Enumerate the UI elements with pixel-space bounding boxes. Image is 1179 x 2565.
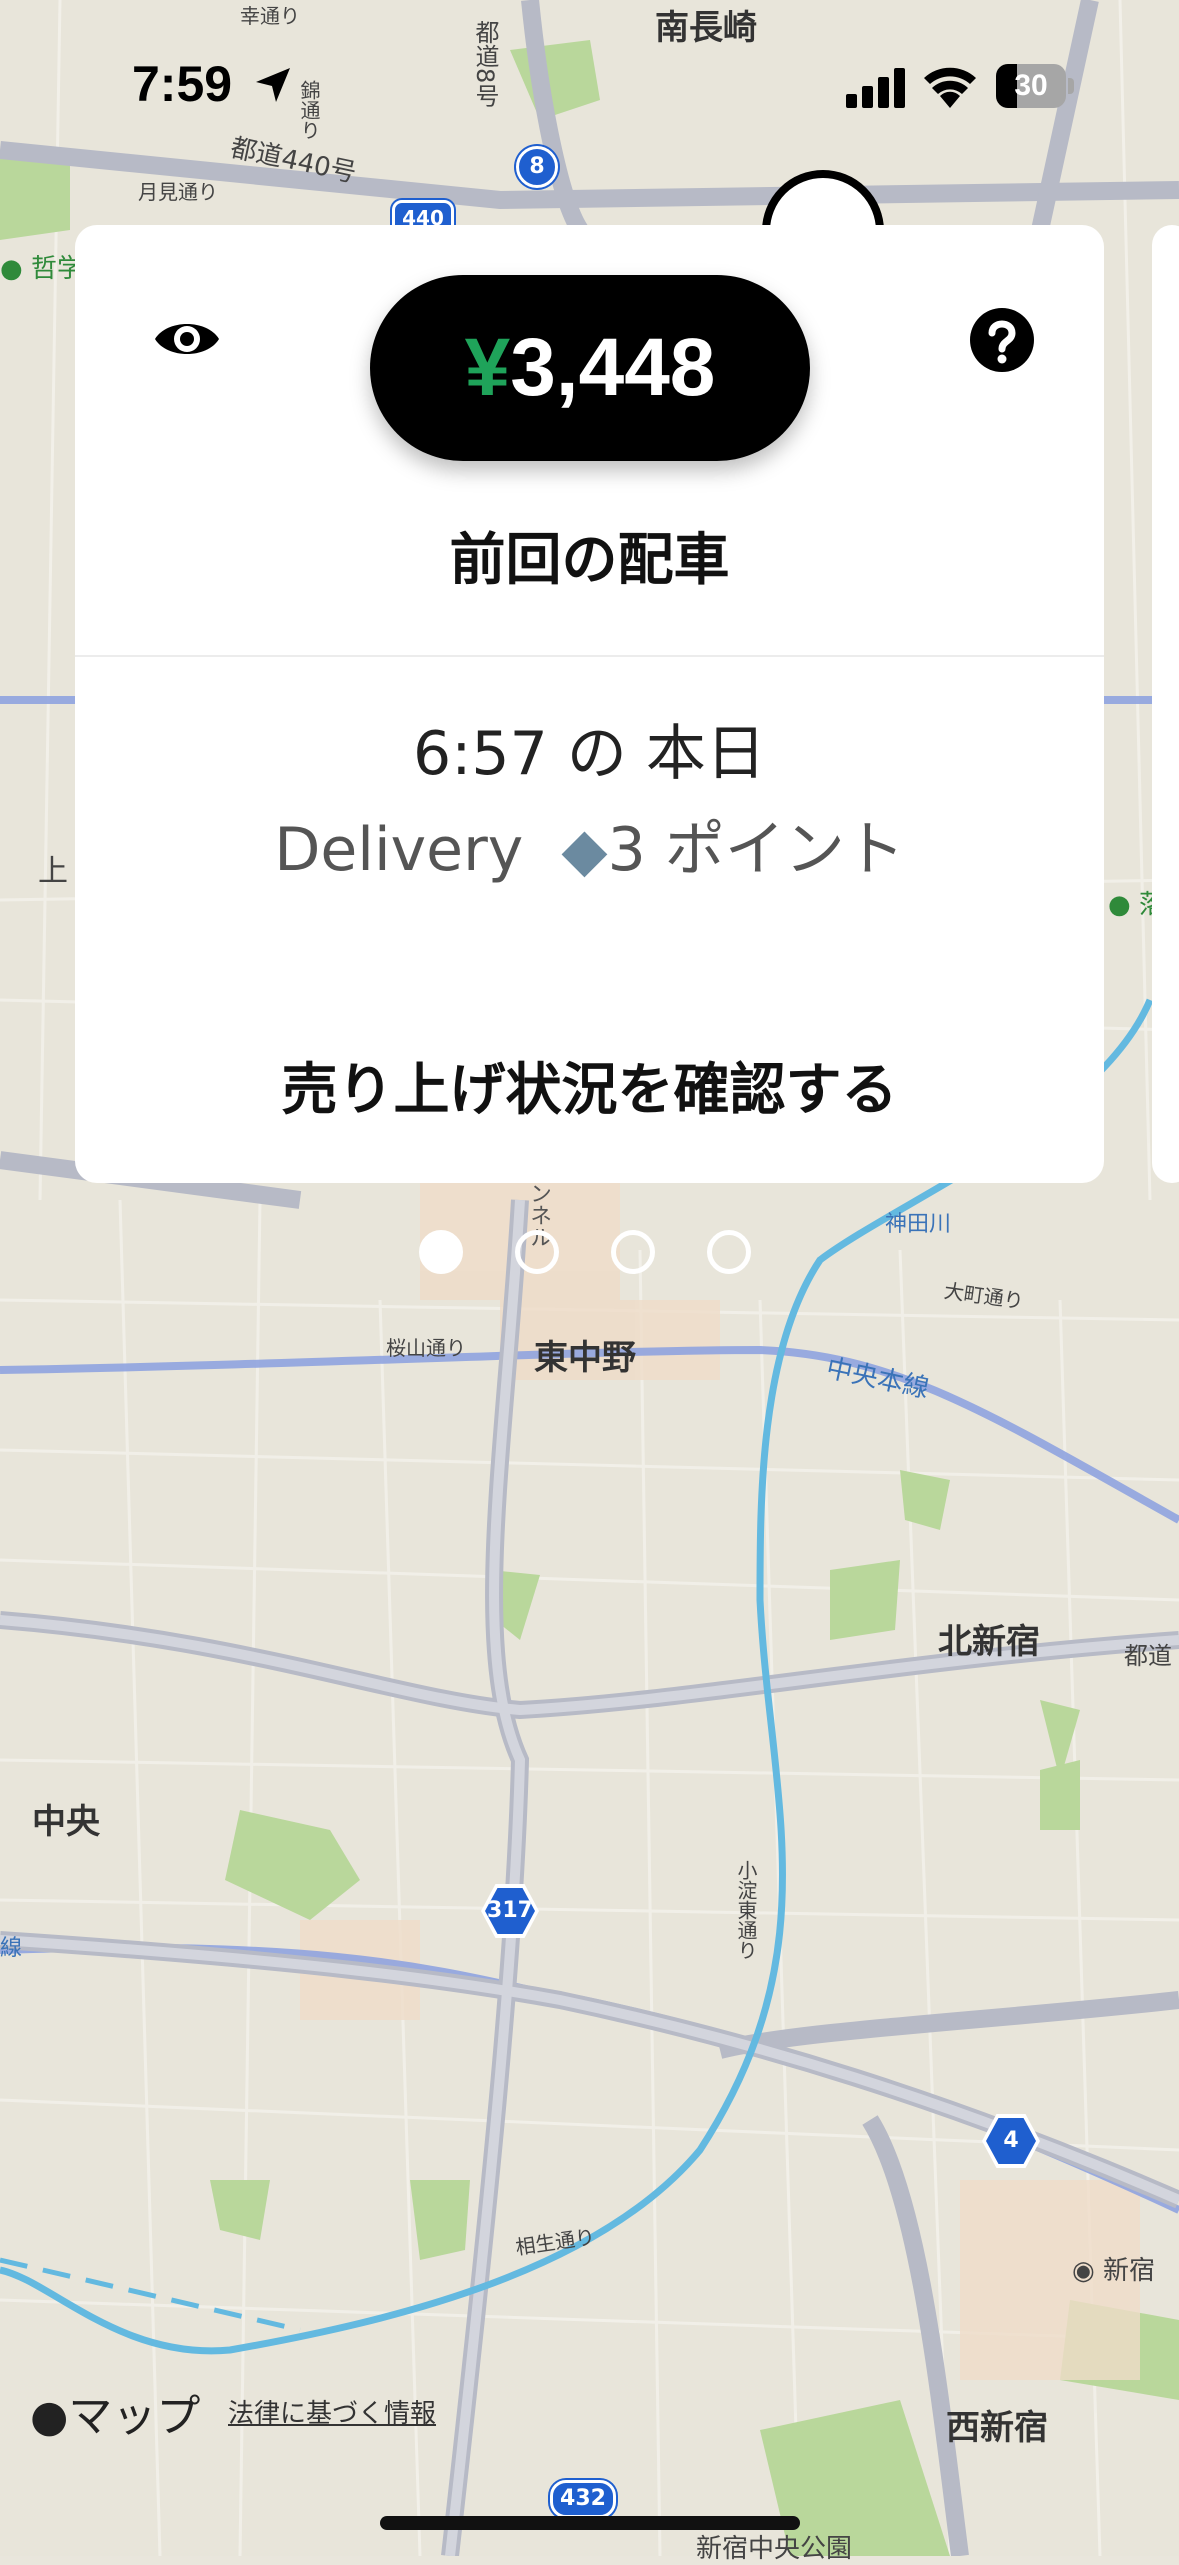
- trip-points: 3 ポイント: [607, 815, 905, 885]
- map-label-shinjuku-edge: ◉ 新宿: [1072, 2256, 1155, 2286]
- map-label-tokyo-road-edge: 都道: [1124, 1642, 1172, 1670]
- view-earnings-link[interactable]: 売り上げ状況を確認する: [75, 1045, 1104, 1126]
- earnings-amount-button[interactable]: ¥3,448: [370, 275, 810, 461]
- apple-maps-logo: ●マップ: [30, 2391, 201, 2442]
- earnings-card[interactable]: ¥3,448 前回の配車 6:57 の 本日 Delivery ◆3 ポイント …: [75, 225, 1104, 1183]
- battery-level: 30: [1014, 69, 1048, 102]
- map-label-chuo: 中央: [32, 1802, 100, 1842]
- menu-button[interactable]: [762, 170, 884, 230]
- map-label-tetsugaku: ● 哲学: [0, 254, 83, 284]
- pager-dot-4[interactable]: [707, 1230, 751, 1274]
- diamond-icon: ◆: [561, 815, 608, 885]
- map-label-sen: 線: [0, 1936, 23, 1961]
- trip-time: 6:57 の 本日: [413, 719, 766, 789]
- currency-symbol: ¥: [464, 322, 511, 413]
- home-indicator[interactable]: [380, 2516, 800, 2530]
- status-time: 7:59: [132, 56, 233, 112]
- eye-icon[interactable]: [145, 297, 229, 381]
- apple-logo-icon: ●: [30, 2391, 69, 2442]
- map-label-tsukimi-dori: 月見通り: [138, 180, 218, 204]
- trip-type: Delivery: [274, 815, 524, 885]
- map-label-kandagawa: 神田川: [885, 1212, 952, 1237]
- map-label-koyodo-dori: 小淀東通り: [734, 1860, 758, 1960]
- map-label-kitashinjuku: 北新宿: [938, 1622, 1040, 1662]
- next-card-peek[interactable]: [1152, 225, 1179, 1183]
- card-title: 前回の配車: [449, 528, 730, 593]
- card-divider: [75, 655, 1104, 657]
- map-label-higashinakano: 東中野: [534, 1338, 636, 1378]
- route-shield-432: 432: [550, 2480, 616, 2518]
- map-label-sakurayama-dori: 桜山通り: [386, 1336, 466, 1360]
- pager-dot-3[interactable]: [611, 1230, 655, 1274]
- map-label-ue: 上: [38, 854, 68, 889]
- status-bar: 7:59 30: [0, 0, 1179, 170]
- map-label-nishishinjuku: 西新宿: [946, 2408, 1048, 2448]
- trip-info: Delivery ◆3 ポイント: [75, 801, 1104, 888]
- help-icon[interactable]: [959, 297, 1045, 383]
- wifi-icon: [924, 67, 976, 108]
- cellular-signal-icon: [846, 68, 905, 108]
- pager-dot-1[interactable]: [419, 1230, 463, 1274]
- map-label-shinjuku-chuo-park: 新宿中央公園: [696, 2534, 853, 2564]
- earnings-amount: 3,448: [510, 322, 716, 413]
- legal-link[interactable]: 法律に基づく情報: [228, 2393, 436, 2430]
- battery-icon: 30: [996, 64, 1074, 108]
- pager-dot-2[interactable]: [515, 1230, 559, 1274]
- location-arrow-icon: [256, 68, 290, 102]
